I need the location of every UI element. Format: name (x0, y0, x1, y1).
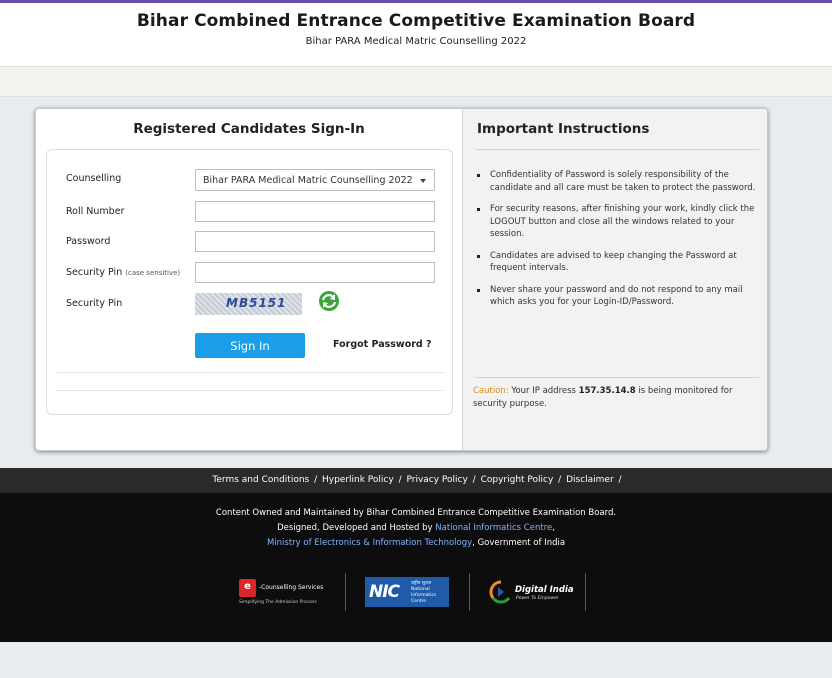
footer-ministry-text: Ministry of Electronics & Information Te… (0, 538, 832, 548)
captcha-image: MB5151 (195, 293, 302, 315)
caution-notice: Caution: Your IP address 157.35.14.8 is … (473, 385, 763, 411)
e-counselling-title: -Counselling Services (259, 584, 324, 591)
hyperlink-policy-link[interactable]: Hyperlink Policy (322, 475, 394, 485)
chevron-down-icon (420, 179, 426, 183)
terms-link[interactable]: Terms and Conditions (212, 475, 309, 485)
site-subtitle: Bihar PARA Medical Matric Counselling 20… (305, 36, 527, 47)
logo-separator (585, 573, 586, 611)
ip-address: 157.35.14.8 (578, 386, 636, 396)
site-footer: Content Owned and Maintained by Bihar Co… (0, 493, 832, 642)
e-counselling-logo[interactable]: e -Counselling Services Simplifying The … (239, 579, 339, 609)
digital-india-title: Digital India (515, 585, 574, 595)
caution-label: Caution: (473, 386, 509, 396)
digital-india-logo[interactable]: Digital India Power To Empower (489, 576, 574, 610)
digital-india-icon (489, 580, 511, 604)
logo-separator (345, 573, 346, 611)
form-divider (57, 372, 444, 373)
site-title: Bihar Combined Entrance Competitive Exam… (136, 11, 696, 31)
header-band (0, 67, 832, 97)
security-pin-input[interactable] (195, 262, 435, 283)
instruction-item: Never share your password and do not res… (477, 284, 762, 309)
disclaimer-link[interactable]: Disclaimer (566, 475, 614, 485)
footer-owned-text: Content Owned and Maintained by Bihar Co… (215, 508, 617, 518)
roll-number-input[interactable] (195, 201, 435, 222)
footer-logos: e -Counselling Services Simplifying The … (233, 573, 593, 613)
instruction-item: Confidentiality of Password is solely re… (477, 169, 762, 194)
captcha-text: MB5151 (226, 296, 287, 310)
privacy-policy-link[interactable]: Privacy Policy (406, 475, 467, 485)
nic-logo[interactable]: NIC राष्ट्रीय सूचना National Informatics… (365, 577, 449, 607)
signin-panel: Registered Candidates Sign-In Counsellin… (36, 109, 462, 450)
footer-links: Terms and Conditions / Hyperlink Policy … (0, 468, 832, 493)
counselling-select[interactable]: Bihar PARA Medical Matric Counselling 20… (195, 169, 435, 191)
instructions-list: Confidentiality of Password is solely re… (477, 169, 762, 318)
signin-title: Registered Candidates Sign-In (133, 121, 365, 137)
instructions-panel: Important Instructions Confidentiality o… (462, 109, 767, 450)
roll-number-label: Roll Number (66, 206, 125, 217)
meity-link[interactable]: Ministry of Electronics & Information Te… (267, 538, 472, 548)
security-pin-label-text: Security Pin (66, 267, 123, 278)
forgot-password-link[interactable]: Forgot Password ? (333, 339, 432, 350)
password-input[interactable] (195, 231, 435, 252)
counselling-select-value: Bihar PARA Medical Matric Counselling 20… (203, 175, 413, 186)
site-header: Bihar Combined Entrance Competitive Exam… (0, 3, 832, 67)
refresh-captcha-icon[interactable] (318, 290, 340, 312)
nic-logo-line3: Centre (411, 599, 427, 604)
footer-hosted-pre: Designed, Developed and Hosted by (277, 523, 433, 533)
signin-form: Counselling Bihar PARA Medical Matric Co… (46, 149, 453, 415)
counselling-label: Counselling (66, 173, 122, 184)
captcha-label: Security Pin (66, 298, 123, 309)
instructions-title: Important Instructions (477, 121, 650, 137)
password-label: Password (66, 236, 111, 247)
nic-logo-text: NIC (369, 582, 400, 602)
digital-india-tagline: Power To Empower (516, 596, 559, 601)
nic-link[interactable]: National Informatics Centre (435, 523, 552, 533)
caution-pre: Your IP address (511, 386, 576, 396)
nic-logo-subtext: राष्ट्रीय सूचना National Informatics Cen… (411, 581, 436, 605)
form-divider (57, 390, 444, 391)
security-pin-label: Security Pin (case sensitive) (66, 267, 180, 278)
footer-hosted-text: Designed, Developed and Hosted by Nation… (0, 523, 832, 533)
signin-button[interactable]: Sign In (195, 333, 305, 358)
caution-divider (475, 377, 759, 378)
e-counselling-icon: e (239, 579, 256, 597)
e-counselling-tagline: Simplifying The Admission Process (239, 600, 317, 605)
signin-card: Registered Candidates Sign-In Counsellin… (35, 108, 768, 451)
page-bottom (0, 642, 832, 678)
footer-ministry-post: , Government of India (472, 538, 566, 548)
instruction-item: Candidates are advised to keep changing … (477, 250, 762, 275)
footer-hosted-post: , (552, 523, 555, 533)
instructions-divider (475, 149, 759, 150)
logo-separator (469, 573, 470, 611)
copyright-policy-link[interactable]: Copyright Policy (481, 475, 554, 485)
instruction-item: For security reasons, after finishing yo… (477, 203, 762, 241)
security-pin-hint: (case sensitive) (125, 269, 181, 277)
